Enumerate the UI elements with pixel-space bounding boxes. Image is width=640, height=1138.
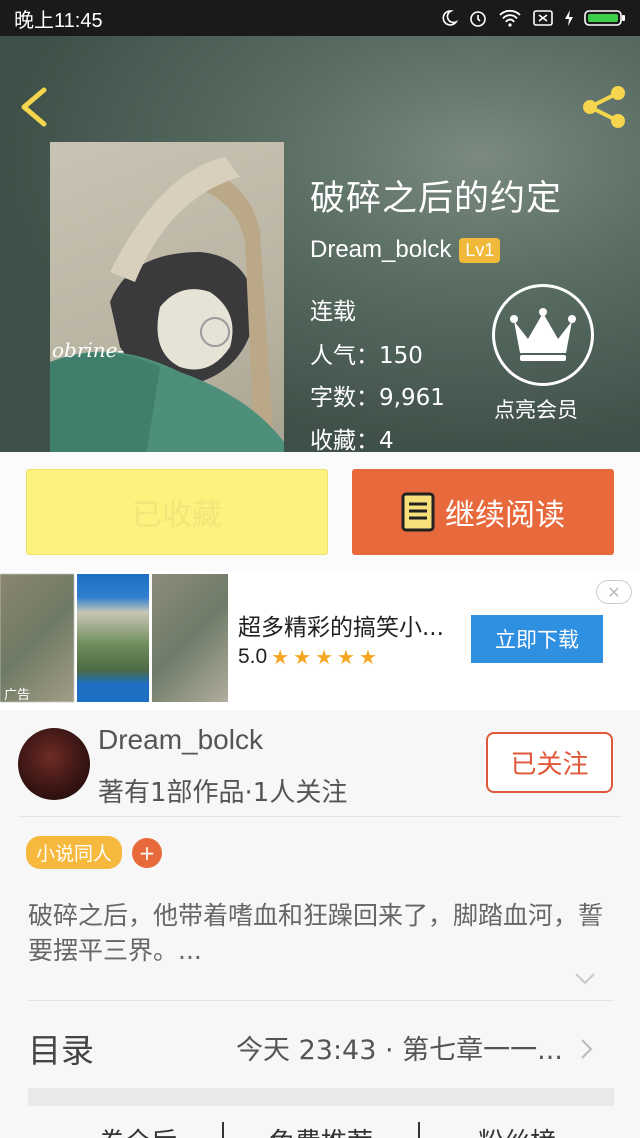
share-button[interactable] bbox=[580, 84, 628, 130]
bottom-tab[interactable]: 粉丝榜 bbox=[420, 1122, 614, 1138]
ad-title[interactable]: 超多精彩的搞笑小... bbox=[238, 608, 444, 642]
star-icon: ★ bbox=[315, 645, 334, 669]
no-sim-icon bbox=[533, 10, 553, 26]
section-separator bbox=[28, 1088, 614, 1106]
wifi-icon bbox=[499, 9, 521, 27]
status-icons bbox=[440, 8, 626, 28]
chevron-down-icon[interactable] bbox=[574, 972, 596, 986]
ad-tag: 广告 bbox=[4, 688, 31, 703]
author-section: Dream_bolck 著有1部作品·1人关注 已关注 小说同人 + 破碎之后，… bbox=[0, 710, 640, 1138]
back-button[interactable] bbox=[14, 84, 54, 130]
continue-reading-button[interactable]: 继续阅读 bbox=[352, 469, 614, 555]
ad-rating: 5.0 bbox=[238, 645, 268, 668]
toc-label[interactable]: 目录 bbox=[28, 1024, 94, 1072]
ad-banner[interactable]: 广告 超多精彩的搞笑小... 5.0 ★ ★ ★ ★ ★ 立即下载 ✕ bbox=[0, 572, 640, 710]
book-cover[interactable]: obrine- bbox=[50, 142, 284, 452]
toc-latest-chapter[interactable]: 今天 23:43 · 第七章一一... bbox=[236, 1028, 563, 1067]
star-icon: ★ bbox=[358, 645, 377, 669]
word-count: 字数：9,961 bbox=[310, 385, 445, 411]
following-button[interactable]: 已关注 bbox=[486, 732, 613, 793]
add-tag-button[interactable]: + bbox=[132, 837, 163, 868]
author-profile-name[interactable]: Dream_bolck bbox=[98, 724, 263, 756]
ad-close-button[interactable]: ✕ bbox=[596, 580, 632, 604]
author-row[interactable]: Dream_bolck Lv1 bbox=[310, 236, 501, 264]
book-description[interactable]: 破碎之后，他带着嗜血和狂躁回来了，脚踏血河，誓要摆平三界。... bbox=[28, 898, 624, 968]
vip-button[interactable] bbox=[492, 284, 594, 386]
avatar[interactable] bbox=[18, 728, 90, 800]
book-icon bbox=[401, 492, 435, 532]
star-icon: ★ bbox=[271, 645, 290, 669]
bottom-tab[interactable]: 一卷全后 bbox=[28, 1122, 224, 1138]
vip-label[interactable]: 点亮会员 bbox=[494, 394, 578, 424]
cover-illustration bbox=[50, 157, 284, 452]
favorited-button[interactable]: 已收藏 bbox=[26, 469, 328, 555]
favorite-count: 收藏：4 bbox=[310, 428, 394, 452]
ad-image-2[interactable] bbox=[77, 574, 149, 702]
level-badge: Lv1 bbox=[459, 237, 501, 263]
cover-watermark: obrine- bbox=[52, 338, 125, 362]
bottom-tabs: 一卷全后 免费推荐 粉丝榜 bbox=[28, 1122, 614, 1138]
ad-rating-row: 5.0 ★ ★ ★ ★ ★ bbox=[238, 645, 377, 669]
ad-image-3[interactable] bbox=[152, 574, 228, 702]
status-time: 晚上11:45 bbox=[14, 9, 103, 32]
bottom-tab[interactable]: 免费推荐 bbox=[224, 1122, 420, 1138]
crown-icon bbox=[510, 308, 576, 361]
star-icon: ★ bbox=[337, 645, 355, 669]
action-bar: 已收藏 继续阅读 bbox=[0, 452, 640, 572]
book-title: 破碎之后的约定 bbox=[310, 179, 563, 219]
serial-status: 连载 bbox=[310, 299, 356, 325]
status-bar: 晚上11:45 bbox=[0, 0, 640, 36]
author-stats: 著有1部作品·1人关注 bbox=[98, 778, 348, 808]
chevron-right-icon[interactable] bbox=[580, 1038, 594, 1060]
author-name[interactable]: Dream_bolck bbox=[310, 236, 451, 264]
alarm-icon bbox=[470, 11, 486, 27]
book-header: 晚上11:45 obrine- 破碎之后的约定 Dream_bolck Lv1 … bbox=[0, 0, 640, 452]
genre-tag[interactable]: 小说同人 bbox=[26, 836, 123, 869]
ad-download-button[interactable]: 立即下载 bbox=[471, 615, 603, 663]
divider bbox=[28, 1000, 614, 1001]
star-icon: ★ bbox=[293, 645, 312, 669]
tag-row: 小说同人 + bbox=[26, 836, 163, 869]
divider bbox=[18, 816, 622, 817]
moon-icon bbox=[442, 10, 458, 26]
ad-image-1[interactable] bbox=[0, 574, 74, 702]
continue-reading-label: 继续阅读 bbox=[445, 498, 565, 533]
popularity: 人气：150 bbox=[310, 343, 423, 369]
charging-icon bbox=[565, 10, 573, 26]
battery-icon bbox=[584, 10, 625, 26]
